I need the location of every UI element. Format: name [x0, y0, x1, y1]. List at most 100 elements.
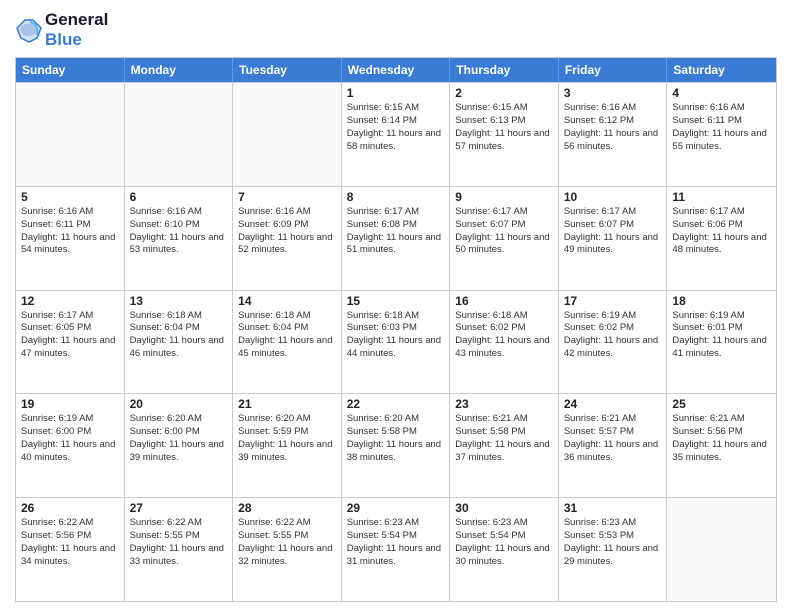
day-info: Sunrise: 6:16 AMSunset: 6:11 PMDaylight:… — [672, 102, 771, 153]
day-info: Sunrise: 6:19 AMSunset: 6:02 PMDaylight:… — [564, 310, 662, 361]
day-number: 18 — [672, 294, 771, 308]
calendar-cell: 10Sunrise: 6:17 AMSunset: 6:07 PMDayligh… — [559, 187, 668, 290]
day-number: 27 — [130, 501, 228, 515]
calendar-cell — [125, 83, 234, 186]
calendar-cell — [667, 498, 776, 601]
day-info: Sunrise: 6:17 AMSunset: 6:07 PMDaylight:… — [564, 206, 662, 257]
day-info: Sunrise: 6:15 AMSunset: 6:14 PMDaylight:… — [347, 102, 445, 153]
day-info: Sunrise: 6:20 AMSunset: 5:58 PMDaylight:… — [347, 413, 445, 464]
day-number: 30 — [455, 501, 553, 515]
day-number: 1 — [347, 86, 445, 100]
logo-text-general: General — [45, 10, 108, 30]
header: General Blue — [15, 10, 777, 49]
calendar-cell: 17Sunrise: 6:19 AMSunset: 6:02 PMDayligh… — [559, 291, 668, 394]
calendar-row-5: 26 Sunrise: 6:22 AMSunset: 5:56 PMDayligh… — [16, 497, 776, 601]
calendar-cell: 21 Sunrise: 6:20 AMSunset: 5:59 PMDayligh… — [233, 394, 342, 497]
calendar-cell: 3 Sunrise: 6:16 AMSunset: 6:12 PMDaylight… — [559, 83, 668, 186]
calendar-body: 1 Sunrise: 6:15 AMSunset: 6:14 PMDaylight… — [16, 82, 776, 601]
day-info: Sunrise: 6:17 AMSunset: 6:06 PMDaylight:… — [672, 206, 771, 257]
day-info: Sunrise: 6:19 AMSunset: 6:00 PMDaylight:… — [21, 413, 119, 464]
day-number: 16 — [455, 294, 553, 308]
calendar-cell: 14 Sunrise: 6:18 AMSunset: 6:04 PMDayligh… — [233, 291, 342, 394]
day-number: 25 — [672, 397, 771, 411]
day-info: Sunrise: 6:16 AMSunset: 6:12 PMDaylight:… — [564, 102, 662, 153]
calendar-cell: 29 Sunrise: 6:23 AMSunset: 5:54 PMDayligh… — [342, 498, 451, 601]
weekday-header-tuesday: Tuesday — [233, 58, 342, 82]
weekday-header-friday: Friday — [559, 58, 668, 82]
calendar-cell — [233, 83, 342, 186]
day-info: Sunrise: 6:18 AMSunset: 6:04 PMDaylight:… — [238, 310, 336, 361]
day-number: 26 — [21, 501, 119, 515]
calendar-cell: 13 Sunrise: 6:18 AMSunset: 6:04 PMDayligh… — [125, 291, 234, 394]
calendar-cell: 23Sunrise: 6:21 AMSunset: 5:58 PMDayligh… — [450, 394, 559, 497]
day-info: Sunrise: 6:19 AMSunset: 6:01 PMDaylight:… — [672, 310, 771, 361]
day-number: 4 — [672, 86, 771, 100]
day-info: Sunrise: 6:17 AMSunset: 6:07 PMDaylight:… — [455, 206, 553, 257]
day-info: Sunrise: 6:23 AMSunset: 5:53 PMDaylight:… — [564, 517, 662, 568]
calendar-cell: 9Sunrise: 6:17 AMSunset: 6:07 PMDaylight… — [450, 187, 559, 290]
day-info: Sunrise: 6:20 AMSunset: 5:59 PMDaylight:… — [238, 413, 336, 464]
day-number: 28 — [238, 501, 336, 515]
day-number: 14 — [238, 294, 336, 308]
logo-text-blue: Blue — [45, 30, 108, 50]
day-number: 23 — [455, 397, 553, 411]
day-info: Sunrise: 6:23 AMSunset: 5:54 PMDaylight:… — [455, 517, 553, 568]
calendar-cell: 12Sunrise: 6:17 AMSunset: 6:05 PMDayligh… — [16, 291, 125, 394]
day-number: 15 — [347, 294, 445, 308]
day-number: 24 — [564, 397, 662, 411]
calendar-cell: 1 Sunrise: 6:15 AMSunset: 6:14 PMDaylight… — [342, 83, 451, 186]
calendar-cell: 30 Sunrise: 6:23 AMSunset: 5:54 PMDayligh… — [450, 498, 559, 601]
day-number: 29 — [347, 501, 445, 515]
weekday-header-sunday: Sunday — [16, 58, 125, 82]
calendar-cell: 6Sunrise: 6:16 AMSunset: 6:10 PMDaylight… — [125, 187, 234, 290]
day-number: 19 — [21, 397, 119, 411]
calendar-cell: 18 Sunrise: 6:19 AMSunset: 6:01 PMDayligh… — [667, 291, 776, 394]
weekday-header-saturday: Saturday — [667, 58, 776, 82]
calendar-cell: 5 Sunrise: 6:16 AMSunset: 6:11 PMDaylight… — [16, 187, 125, 290]
day-number: 3 — [564, 86, 662, 100]
day-number: 21 — [238, 397, 336, 411]
day-info: Sunrise: 6:22 AMSunset: 5:55 PMDaylight:… — [130, 517, 228, 568]
day-number: 5 — [21, 190, 119, 204]
calendar-row-3: 12Sunrise: 6:17 AMSunset: 6:05 PMDayligh… — [16, 290, 776, 394]
day-info: Sunrise: 6:16 AMSunset: 6:09 PMDaylight:… — [238, 206, 336, 257]
day-info: Sunrise: 6:22 AMSunset: 5:55 PMDaylight:… — [238, 517, 336, 568]
day-info: Sunrise: 6:17 AMSunset: 6:08 PMDaylight:… — [347, 206, 445, 257]
day-number: 8 — [347, 190, 445, 204]
day-number: 31 — [564, 501, 662, 515]
day-info: Sunrise: 6:16 AMSunset: 6:10 PMDaylight:… — [130, 206, 228, 257]
day-number: 11 — [672, 190, 771, 204]
calendar-cell: 16 Sunrise: 6:18 AMSunset: 6:02 PMDayligh… — [450, 291, 559, 394]
calendar-cell: 31 Sunrise: 6:23 AMSunset: 5:53 PMDayligh… — [559, 498, 668, 601]
day-info: Sunrise: 6:21 AMSunset: 5:56 PMDaylight:… — [672, 413, 771, 464]
day-number: 2 — [455, 86, 553, 100]
day-info: Sunrise: 6:20 AMSunset: 6:00 PMDaylight:… — [130, 413, 228, 464]
day-number: 13 — [130, 294, 228, 308]
calendar-row-1: 1 Sunrise: 6:15 AMSunset: 6:14 PMDaylight… — [16, 82, 776, 186]
weekday-header-monday: Monday — [125, 58, 234, 82]
day-number: 7 — [238, 190, 336, 204]
day-info: Sunrise: 6:23 AMSunset: 5:54 PMDaylight:… — [347, 517, 445, 568]
day-info: Sunrise: 6:21 AMSunset: 5:57 PMDaylight:… — [564, 413, 662, 464]
calendar-cell: 19 Sunrise: 6:19 AMSunset: 6:00 PMDayligh… — [16, 394, 125, 497]
day-info: Sunrise: 6:22 AMSunset: 5:56 PMDaylight:… — [21, 517, 119, 568]
calendar-cell: 28 Sunrise: 6:22 AMSunset: 5:55 PMDayligh… — [233, 498, 342, 601]
calendar-cell: 26 Sunrise: 6:22 AMSunset: 5:56 PMDayligh… — [16, 498, 125, 601]
calendar-cell: 25 Sunrise: 6:21 AMSunset: 5:56 PMDayligh… — [667, 394, 776, 497]
day-info: Sunrise: 6:18 AMSunset: 6:04 PMDaylight:… — [130, 310, 228, 361]
weekday-header-wednesday: Wednesday — [342, 58, 451, 82]
weekday-header-thursday: Thursday — [450, 58, 559, 82]
day-number: 12 — [21, 294, 119, 308]
calendar-cell — [16, 83, 125, 186]
day-info: Sunrise: 6:15 AMSunset: 6:13 PMDaylight:… — [455, 102, 553, 153]
calendar-cell: 15 Sunrise: 6:18 AMSunset: 6:03 PMDayligh… — [342, 291, 451, 394]
page: General Blue SundayMondayTuesdayWednesda… — [0, 0, 792, 612]
calendar-row-4: 19 Sunrise: 6:19 AMSunset: 6:00 PMDayligh… — [16, 393, 776, 497]
day-number: 22 — [347, 397, 445, 411]
day-info: Sunrise: 6:16 AMSunset: 6:11 PMDaylight:… — [21, 206, 119, 257]
day-info: Sunrise: 6:18 AMSunset: 6:02 PMDaylight:… — [455, 310, 553, 361]
day-info: Sunrise: 6:18 AMSunset: 6:03 PMDaylight:… — [347, 310, 445, 361]
calendar-cell: 24 Sunrise: 6:21 AMSunset: 5:57 PMDayligh… — [559, 394, 668, 497]
day-number: 20 — [130, 397, 228, 411]
calendar-cell: 4 Sunrise: 6:16 AMSunset: 6:11 PMDaylight… — [667, 83, 776, 186]
